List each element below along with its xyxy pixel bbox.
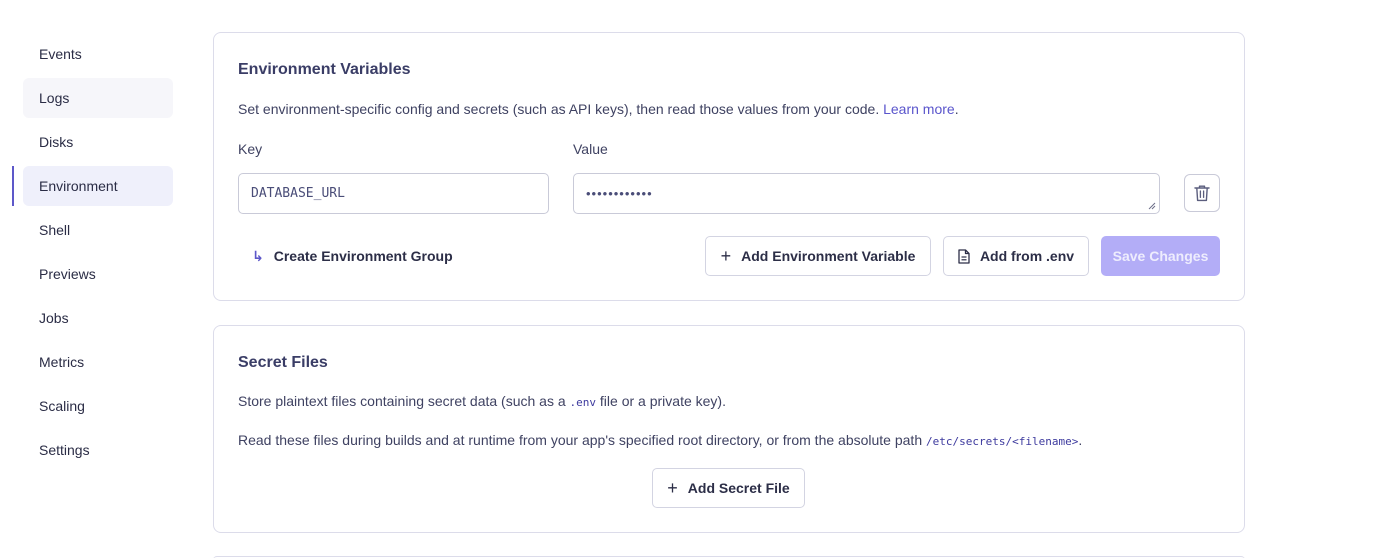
sidebar-item-label: Metrics (39, 354, 85, 370)
env-vars-description-text: Set environment-specific config and secr… (238, 101, 880, 117)
env-vars-card: Environment Variables Set environment-sp… (213, 32, 1245, 301)
file-icon (958, 248, 970, 264)
secret-files-line2: Read these files during builds and at ru… (238, 432, 1082, 448)
sidebar-item-disks[interactable]: Disks (23, 122, 173, 162)
sidebar-item-scaling[interactable]: Scaling (23, 386, 173, 426)
sidebar-item-label: Jobs (39, 310, 69, 326)
arrow-down-right-icon: ↳ (252, 247, 264, 264)
sidebar-item-shell[interactable]: Shell (23, 210, 173, 250)
secret-files-card: Secret Files Store plaintext files conta… (213, 325, 1245, 533)
add-env-variable-button[interactable]: + Add Environment Variable (705, 236, 931, 276)
save-changes-label: Save Changes (1112, 248, 1209, 264)
sidebar-item-previews[interactable]: Previews (23, 254, 173, 294)
sidebar-item-label: Logs (39, 90, 70, 106)
sidebar-item-settings[interactable]: Settings (23, 430, 173, 470)
value-input[interactable]: •••••••••••• (573, 173, 1160, 214)
resize-grip-icon[interactable] (1148, 202, 1156, 210)
trash-icon (1194, 185, 1210, 202)
sidebar-item-jobs[interactable]: Jobs (23, 298, 173, 338)
save-changes-button[interactable]: Save Changes (1101, 236, 1220, 276)
add-env-variable-label: Add Environment Variable (741, 248, 916, 264)
plus-icon: + (720, 246, 732, 266)
add-from-env-label: Add from .env (979, 248, 1075, 264)
secret-files-line2-end: . (1078, 432, 1083, 448)
env-vars-title: Environment Variables (238, 61, 411, 78)
secret-files-line1-text: Store plaintext files containing secret … (238, 393, 566, 409)
create-env-group-button[interactable]: ↳ Create Environment Group (252, 246, 453, 266)
sidebar-item-label: Environment (39, 178, 118, 194)
env-code: .env (569, 396, 597, 409)
create-env-group-label: Create Environment Group (273, 248, 453, 264)
sidebar-item-environment[interactable]: Environment (23, 166, 173, 206)
sidebar-item-label: Scaling (39, 398, 85, 414)
delete-variable-button[interactable] (1184, 174, 1220, 212)
secret-files-line2-text: Read these files during builds and at ru… (238, 432, 923, 448)
value-label: Value (573, 141, 608, 157)
sidebar-item-label: Settings (39, 442, 90, 458)
secret-files-line1-end: file or a private key). (599, 393, 726, 409)
secrets-path-code: /etc/secrets/<filename> (926, 435, 1079, 448)
key-label: Key (238, 141, 263, 157)
sidebar-item-label: Previews (39, 266, 96, 282)
add-from-env-button[interactable]: Add from .env (943, 236, 1089, 276)
key-input-value: DATABASE_URL (251, 186, 345, 201)
value-input-masked: •••••••••••• (586, 186, 653, 201)
description-period: . (954, 101, 959, 117)
secret-files-line1: Store plaintext files containing secret … (238, 393, 726, 409)
sidebar-item-label: Disks (39, 134, 74, 150)
learn-more-link[interactable]: Learn more (883, 101, 955, 117)
sidebar-item-events[interactable]: Events (23, 34, 173, 74)
sidebar-item-metrics[interactable]: Metrics (23, 342, 173, 382)
secret-files-title: Secret Files (238, 354, 328, 371)
active-indicator (12, 166, 14, 206)
sidebar-item-label: Events (39, 46, 82, 62)
env-vars-description: Set environment-specific config and secr… (238, 101, 959, 117)
sidebar-item-logs[interactable]: Logs (23, 78, 173, 118)
add-secret-file-label: Add Secret File (687, 480, 790, 496)
sidebar-nav: Events Logs Disks Environment Shell Prev… (0, 0, 200, 558)
sidebar-item-label: Shell (39, 222, 71, 238)
plus-icon: + (667, 478, 678, 498)
key-input[interactable]: DATABASE_URL (238, 173, 549, 214)
add-secret-file-button[interactable]: + Add Secret File (652, 468, 805, 508)
